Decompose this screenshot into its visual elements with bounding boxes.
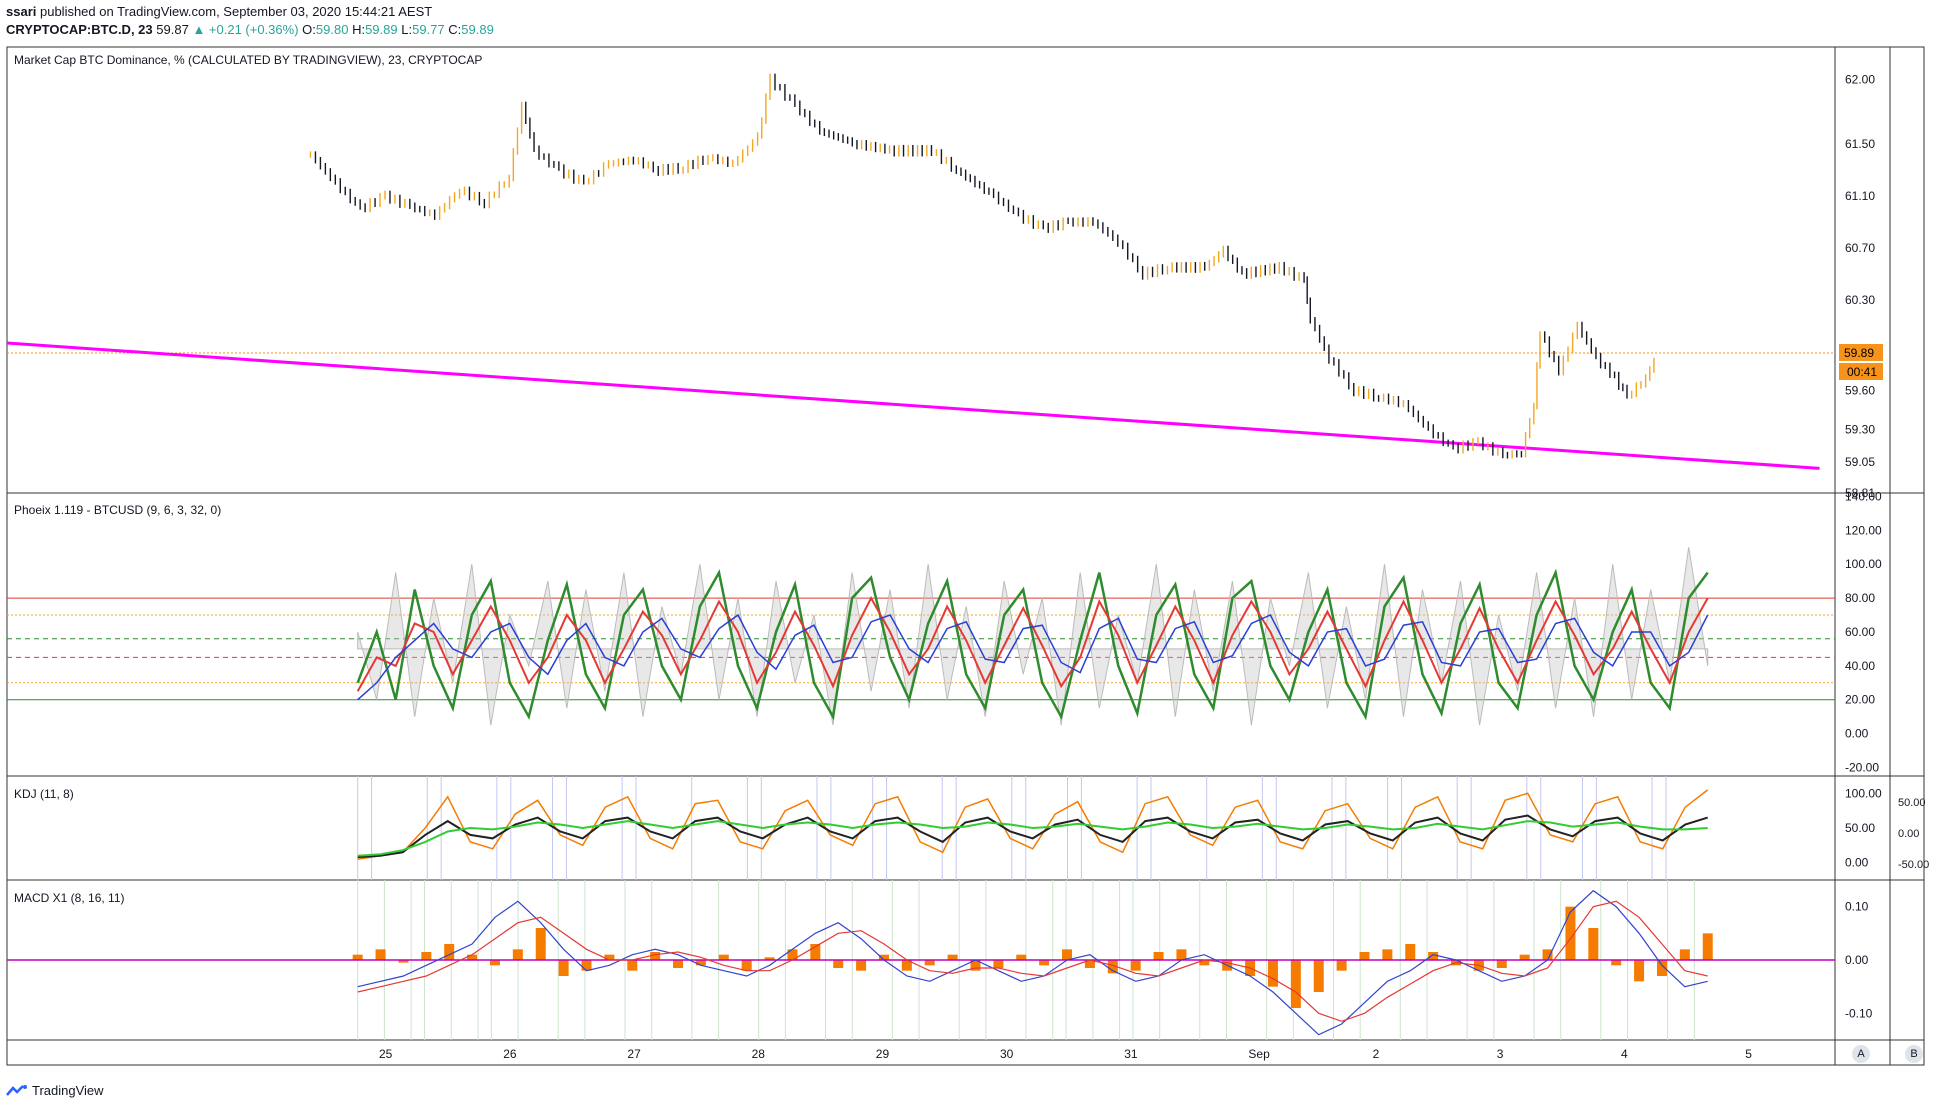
kdj-right-axis-tick-label: -50.00 [1898,859,1929,871]
macd-histogram-bar [1336,960,1347,971]
price-axis-tick-label: 59.60 [1845,384,1875,398]
phoeix-axis-tick-label: 80.00 [1845,591,1875,605]
macd-histogram-bar [1130,960,1141,971]
chart-canvas[interactable]: 25 26 27 28 29 30 31 Sep 2 3 4 5 62.00 61.50 61.10 60.7… [0,0,1949,1105]
phoeix-axis-tick-label: 20.00 [1845,693,1875,707]
macd-histogram-bar [1611,960,1622,966]
macd-histogram-bar [741,960,752,971]
macd-histogram-bar [1519,954,1530,960]
macd-histogram-bar [444,944,455,960]
phoeix-axis-tick-label: 120.00 [1845,523,1882,537]
time-axis-tick-label: 4 [1621,1047,1628,1061]
time-axis-tick-label: 29 [876,1047,890,1061]
time-axis-tick-label: 2 [1373,1047,1380,1061]
time-axis-tick-label: 3 [1497,1047,1504,1061]
time-axis-tick-label: 31 [1124,1047,1138,1061]
tradingview-logo-icon [6,1084,27,1096]
macd-histogram-bar [695,960,706,966]
kdj-axis-tick-label: 0.00 [1845,856,1869,870]
phoeix-axis-tick-label: 140.00 [1845,489,1882,503]
macd-histogram-bar [375,949,386,960]
macd-histogram-bar [1176,949,1187,960]
macd-axis-tick-label: -0.10 [1845,1006,1873,1020]
macd-axis-tick-label: 0.10 [1845,900,1869,914]
macd-histogram-bar [1313,960,1324,992]
macd-histogram-bar [558,960,569,976]
macd-histogram-bar [924,960,935,966]
macd-axis-tick-label: 0.00 [1845,953,1869,967]
time-axis-tick-label: 28 [752,1047,766,1061]
macd-histogram-bar [1405,944,1416,960]
phoeix-axis-tick-label: -20.00 [1845,761,1879,775]
macd-histogram-bar [833,960,844,968]
price-axis-tick-label: 59.05 [1845,455,1875,469]
macd-histogram-bar [1290,960,1301,1008]
price-badge-label: 59.89 [1844,346,1874,360]
price-axis-tick-label: 61.50 [1845,137,1875,151]
phoeix-axis-tick-label: 60.00 [1845,625,1875,639]
time-axis-tick-label: Sep [1248,1047,1270,1061]
time-axis-tick-label: 5 [1745,1047,1752,1061]
macd-histogram-bar [1679,949,1690,960]
footer-brand: TradingView [6,1083,104,1098]
kdj-d-line [357,814,1708,859]
phoeix-axis-tick-label: 40.00 [1845,659,1875,673]
macd-histogram-bar [352,954,363,960]
time-badge-label: 00:41 [1847,365,1877,379]
price-axis-tick-label: 61.10 [1845,189,1875,203]
macd-histogram-bar [1359,952,1370,960]
phoeix-axis-tick-label: 0.00 [1845,727,1869,741]
macd-histogram-bar [1016,954,1027,960]
macd-histogram-bar [581,960,592,971]
macd-histogram-bar [489,960,500,966]
main-pane-title: Market Cap BTC Dominance, % (CALCULATED … [14,53,483,67]
kdj-axis-tick-label: 100.00 [1845,786,1882,800]
time-axis-tick-label: 25 [379,1047,393,1061]
macd-histogram-bar [856,960,867,971]
macd-histogram-bar [512,949,523,960]
kdj-right-axis-tick-label: 0.00 [1898,828,1919,840]
macd-histogram-bar [1153,952,1164,960]
axis-auto-button[interactable]: A [1852,1045,1870,1063]
macd-histogram-bar [1062,949,1073,960]
macd-pane-title: MACD X1 (8, 16, 11) [14,891,125,905]
axis-b-button[interactable]: B [1905,1045,1923,1063]
kdj-pane-title: KDJ (11, 8) [14,787,74,801]
price-axis-tick-label: 62.00 [1845,72,1875,86]
macd-histogram-bar [1267,960,1278,987]
phoeix-pane-title: Phoeix 1.119 - BTCUSD (9, 6, 3, 32, 0) [14,503,222,517]
macd-histogram-bar [993,960,1004,968]
footer-brand-label: TradingView [32,1083,104,1098]
macd-histogram-bar [673,960,684,968]
macd-histogram-bar [1702,933,1713,960]
macd-histogram-bar [1039,960,1050,966]
macd-histogram-bar [467,954,478,960]
macd-histogram-bar [1542,949,1553,960]
macd-histogram-bar [947,954,958,960]
macd-histogram-bar [604,954,615,960]
chart-frame [6,46,1925,1066]
macd-histogram-bar [1496,960,1507,968]
time-axis-tick-label: 27 [627,1047,641,1061]
time-axis-tick-label: 26 [503,1047,517,1061]
support-trendline [6,341,1820,470]
macd-histogram-bar [421,952,432,960]
kdj-right-axis-tick-label: 50.00 [1898,797,1926,809]
macd-histogram-bar [535,928,546,960]
macd-histogram-bar [1382,949,1393,960]
macd-histogram-bar [1634,960,1645,982]
price-axis-tick-label: 60.70 [1845,241,1875,255]
price-axis-tick-label: 59.30 [1845,422,1875,436]
macd-histogram-bar [1588,928,1599,960]
phoeix-axis-tick-label: 100.00 [1845,557,1882,571]
macd-histogram-bar [627,960,638,971]
kdj-axis-tick-label: 50.00 [1845,821,1875,835]
macd-histogram-bar [718,954,729,960]
price-axis-tick-label: 60.30 [1845,293,1875,307]
time-axis-tick-label: 30 [1000,1047,1014,1061]
